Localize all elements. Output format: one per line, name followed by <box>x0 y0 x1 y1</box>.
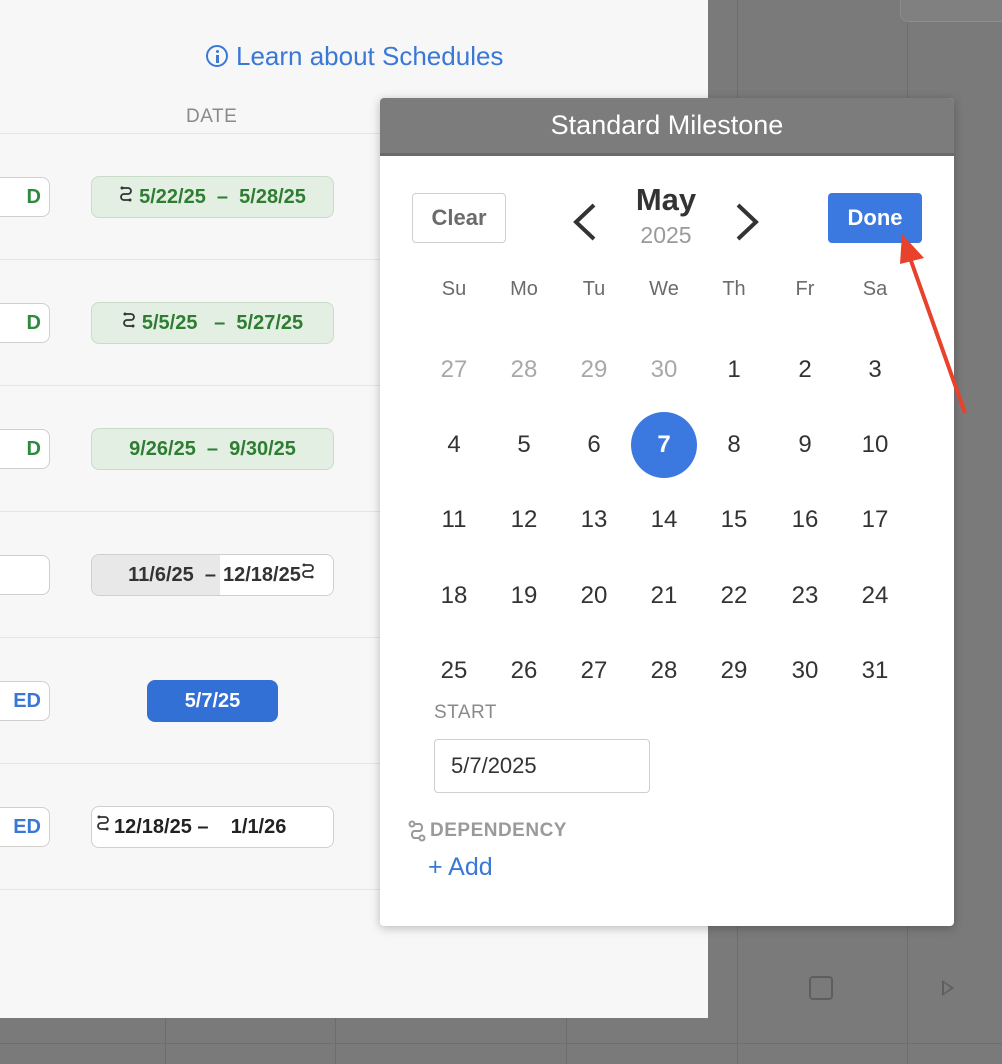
dependency-section: DEPENDENCY <box>408 820 567 842</box>
calendar-day[interactable]: 25 <box>421 638 487 704</box>
calendar-day[interactable]: 10 <box>842 412 908 478</box>
status-pill[interactable]: ED <box>0 807 50 847</box>
weekday-label: Su <box>441 278 467 300</box>
dependency-icon <box>119 186 133 209</box>
calendar-day[interactable]: 11 <box>421 487 487 553</box>
calendar-day[interactable]: 4 <box>421 412 487 478</box>
grid-line <box>165 1018 166 1064</box>
calendar-day[interactable]: 21 <box>631 563 697 629</box>
calendar-day[interactable]: 30 <box>772 638 838 704</box>
calendar-day[interactable]: 20 <box>561 563 627 629</box>
calendar-day[interactable]: 15 <box>701 487 767 553</box>
dependency-icon <box>96 815 110 839</box>
grid-line <box>566 1018 567 1064</box>
calendar-day[interactable]: 23 <box>772 563 838 629</box>
weekday-label: Mo <box>510 278 538 300</box>
calendar-day[interactable]: 19 <box>491 563 557 629</box>
status-pill[interactable]: ED <box>0 681 50 721</box>
calendar-day[interactable]: 1 <box>701 337 767 403</box>
calendar-day[interactable]: 22 <box>701 563 767 629</box>
status-pill[interactable]: D <box>0 177 50 217</box>
dependency-icon <box>408 820 426 842</box>
calendar-day[interactable]: 16 <box>772 487 838 553</box>
date-range-pill[interactable]: 11/6/25 –12/18/25 <box>91 554 334 596</box>
grid-line <box>0 1043 1002 1044</box>
calendar-day[interactable]: 31 <box>842 638 908 704</box>
weekday-label: Fr <box>795 278 815 300</box>
next-month-button[interactable] <box>732 202 762 242</box>
play-icon <box>942 980 954 996</box>
calendar-day[interactable]: 29 <box>701 638 767 704</box>
weekday-label: We <box>649 278 679 300</box>
dependency-icon <box>301 563 315 587</box>
calendar-day[interactable]: 24 <box>842 563 908 629</box>
date-column-header: DATE <box>186 106 238 127</box>
grid-line <box>335 1018 336 1064</box>
background-tab <box>900 0 1002 22</box>
calendar-day[interactable]: 12 <box>491 487 557 553</box>
chevron-right-icon <box>736 203 759 241</box>
calendar-month: May <box>635 182 697 217</box>
date-range-pill[interactable]: 5/5/25 – 5/27/25 <box>91 302 334 344</box>
annotation-arrow-icon <box>900 234 967 414</box>
learn-about-schedules-link[interactable]: Learn about Schedules <box>206 40 503 72</box>
start-date-value: 11/6/25 <box>128 563 194 586</box>
date-range-pill[interactable]: 9/26/25 – 9/30/25 <box>91 428 334 470</box>
calendar-day[interactable]: 30 <box>631 337 697 403</box>
end-date-value: 12/18/25 <box>223 563 301 586</box>
calendar-year: 2025 <box>640 222 692 248</box>
calendar-day[interactable]: 28 <box>491 337 557 403</box>
calendar-day[interactable]: 14 <box>631 487 697 553</box>
calendar-day[interactable]: 8 <box>701 412 767 478</box>
previous-month-button[interactable] <box>570 202 600 242</box>
start-label: START <box>434 702 498 723</box>
add-dependency-link[interactable]: + Add <box>428 853 493 882</box>
calendar-day[interactable]: 17 <box>842 487 908 553</box>
calendar-day[interactable]: 18 <box>421 563 487 629</box>
date-range-text: 5/22/25 – 5/28/25 <box>139 185 306 208</box>
learn-link-label: Learn about Schedules <box>236 40 504 71</box>
dependency-label: DEPENDENCY <box>430 820 567 841</box>
calendar-day[interactable]: 9 <box>772 412 838 478</box>
dependency-icon <box>122 312 136 335</box>
range-dash: – <box>193 563 216 586</box>
date-range-pill[interactable]: 12/18/25 – 1/1/26 <box>91 806 334 848</box>
status-pill[interactable]: D <box>0 303 50 343</box>
calendar-day[interactable]: 29 <box>561 337 627 403</box>
calendar-day[interactable]: 13 <box>561 487 627 553</box>
chevron-left-icon <box>573 203 596 241</box>
status-pill[interactable]: D <box>0 429 50 469</box>
clear-button[interactable]: Clear <box>412 193 506 243</box>
start-date-text: 11/6/25 – <box>92 555 220 595</box>
weekday-label: Tu <box>582 278 606 300</box>
info-icon <box>206 45 228 67</box>
date-range-text: 9/26/25 – 9/30/25 <box>129 437 296 460</box>
background-checkbox <box>809 976 833 1000</box>
milestone-date-popover: Standard Milestone Clear May 2025 Done S… <box>380 98 954 926</box>
calendar-day[interactable]: 6 <box>561 412 627 478</box>
calendar-day[interactable]: 5 <box>491 412 557 478</box>
date-range-pill[interactable]: 5/22/25 – 5/28/25 <box>91 176 334 218</box>
date-range-pill[interactable]: 5/7/25 <box>147 680 278 722</box>
calendar-day-selected[interactable]: 7 <box>631 412 697 478</box>
calendar-day[interactable]: 26 <box>491 638 557 704</box>
status-pill[interactable] <box>0 555 50 595</box>
weekday-label: Th <box>722 278 746 300</box>
date-range-text: 12/18/25 – 1/1/26 <box>114 815 287 838</box>
popover-title: Standard Milestone <box>380 98 954 156</box>
date-range-text: 5/5/25 – 5/27/25 <box>141 311 304 334</box>
calendar-day[interactable]: 27 <box>421 337 487 403</box>
calendar-day[interactable]: 28 <box>631 638 697 704</box>
end-date-text: 12/18/25 <box>220 555 333 595</box>
start-date-input[interactable] <box>434 739 650 793</box>
calendar-day[interactable]: 2 <box>772 337 838 403</box>
calendar-day[interactable]: 27 <box>561 638 627 704</box>
